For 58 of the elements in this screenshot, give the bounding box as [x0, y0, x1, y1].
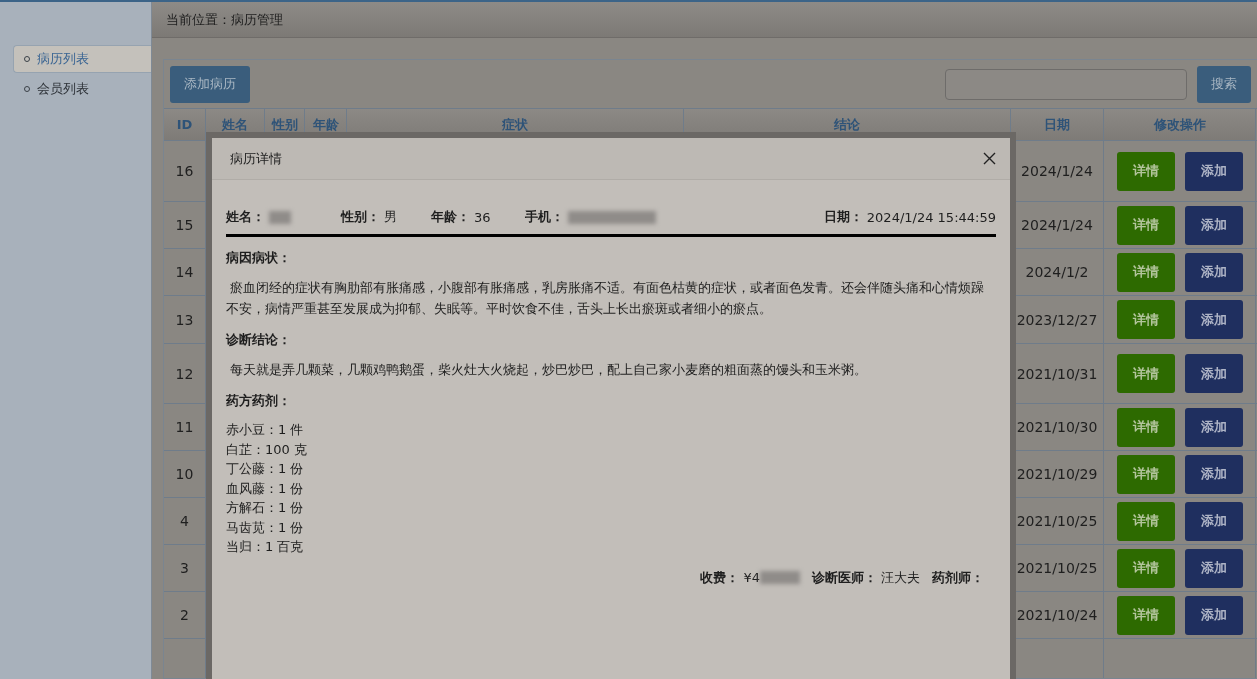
column-header: 修改操作 — [1104, 109, 1256, 140]
medicine-item: 马齿苋：1 份 — [226, 519, 304, 535]
column-header: ID — [164, 109, 206, 140]
add-button[interactable]: 添加 — [1184, 548, 1243, 588]
add-button[interactable]: 添加 — [1184, 454, 1243, 494]
medicine-item: 血风藤：1 份 — [226, 480, 304, 496]
details-button[interactable]: 详情 — [1116, 407, 1175, 447]
details-button[interactable]: 详情 — [1116, 595, 1175, 635]
search-button[interactable]: 搜索 — [1197, 65, 1251, 103]
add-button[interactable]: 添加 — [1184, 252, 1243, 292]
add-button[interactable]: 添加 — [1184, 407, 1243, 447]
section-heading: 药方药剂： — [226, 392, 292, 410]
section-heading: 诊断结论： — [226, 331, 292, 349]
field-label: 诊断医师： — [812, 568, 877, 587]
search-field[interactable] — [945, 68, 1187, 100]
add-button[interactable]: 添加 — [1184, 354, 1243, 393]
field-value: ¥4 — [743, 570, 760, 585]
section-text: 瘀血闭经的症状有胸肋部有胀痛感，小腹部有胀痛感，乳房胀痛不适。有面色枯黄的症状，或者面色发青。还会伴随头痛和心情烦躁不安，病情严重甚至发展成为抑郁、失眠等。平时饮食不佳，舌头上长出瘀斑或者细小的瘀点。 — [226, 279, 986, 318]
field-label: 药剂师： — [932, 568, 984, 587]
details-button[interactable]: 详情 — [1116, 501, 1175, 541]
medicine-item: 方解石：1 份 — [226, 500, 304, 515]
field-label: 年龄： — [431, 208, 470, 226]
modal-title: 病历详情 — [230, 149, 282, 168]
add-button[interactable]: 添加 — [1184, 205, 1243, 245]
add-button[interactable]: 添加 — [1184, 501, 1243, 541]
add-button[interactable]: 添加 — [1184, 151, 1243, 191]
details-button[interactable]: 详情 — [1116, 205, 1175, 245]
field-label: 姓名： — [226, 208, 265, 226]
field-label: 手机： — [524, 208, 564, 226]
medicine-item: 当归：1 百克 — [226, 539, 304, 554]
field-value: 男 — [384, 208, 397, 226]
details-button[interactable]: 详情 — [1116, 354, 1175, 393]
breadcrumb: 当前位置：病历管理 — [152, 2, 1257, 38]
sidebar-item[interactable]: 病历列表 — [13, 45, 151, 73]
details-button[interactable]: 详情 — [1116, 454, 1175, 494]
field-value: 汪大夫 — [881, 568, 920, 587]
sidebar-item[interactable]: 会员列表 — [13, 75, 151, 103]
add-button[interactable]: 添加 — [1184, 300, 1243, 339]
details-button[interactable]: 详情 — [1116, 252, 1175, 292]
details-button[interactable]: 详情 — [1116, 300, 1175, 339]
medicine-item: 白芷：100 克 — [226, 441, 307, 457]
field-label: 收费： — [700, 568, 740, 587]
blurred-text — [760, 571, 800, 584]
field-label: 性别： — [341, 208, 380, 226]
section-heading: 病因病状： — [226, 249, 292, 267]
add-button[interactable]: 添加 — [1184, 595, 1243, 635]
medicine-item: 赤小豆：1 件 — [226, 422, 304, 437]
field-value: 2024/1/24 15:44:59 — [866, 209, 996, 225]
medicine-item: 丁公藤：1 份 — [226, 461, 304, 476]
add-record-button[interactable]: 添加病历 — [170, 65, 250, 103]
details-button[interactable]: 详情 — [1116, 548, 1175, 588]
section-text: 每天就是弄几颗菜，几颗鸡鸭鹅蛋，柴火灶大火烧起，炒巴炒巴，配上自己家小麦磨的粗面蒸的馒头和玉米粥。 — [229, 361, 869, 379]
close-icon[interactable] — [983, 152, 996, 165]
field-label: 日期： — [823, 208, 863, 226]
field-value: 36 — [474, 209, 491, 225]
column-header: 日期 — [1011, 109, 1104, 140]
blurred-text — [269, 210, 291, 224]
details-button[interactable]: 详情 — [1116, 151, 1175, 191]
